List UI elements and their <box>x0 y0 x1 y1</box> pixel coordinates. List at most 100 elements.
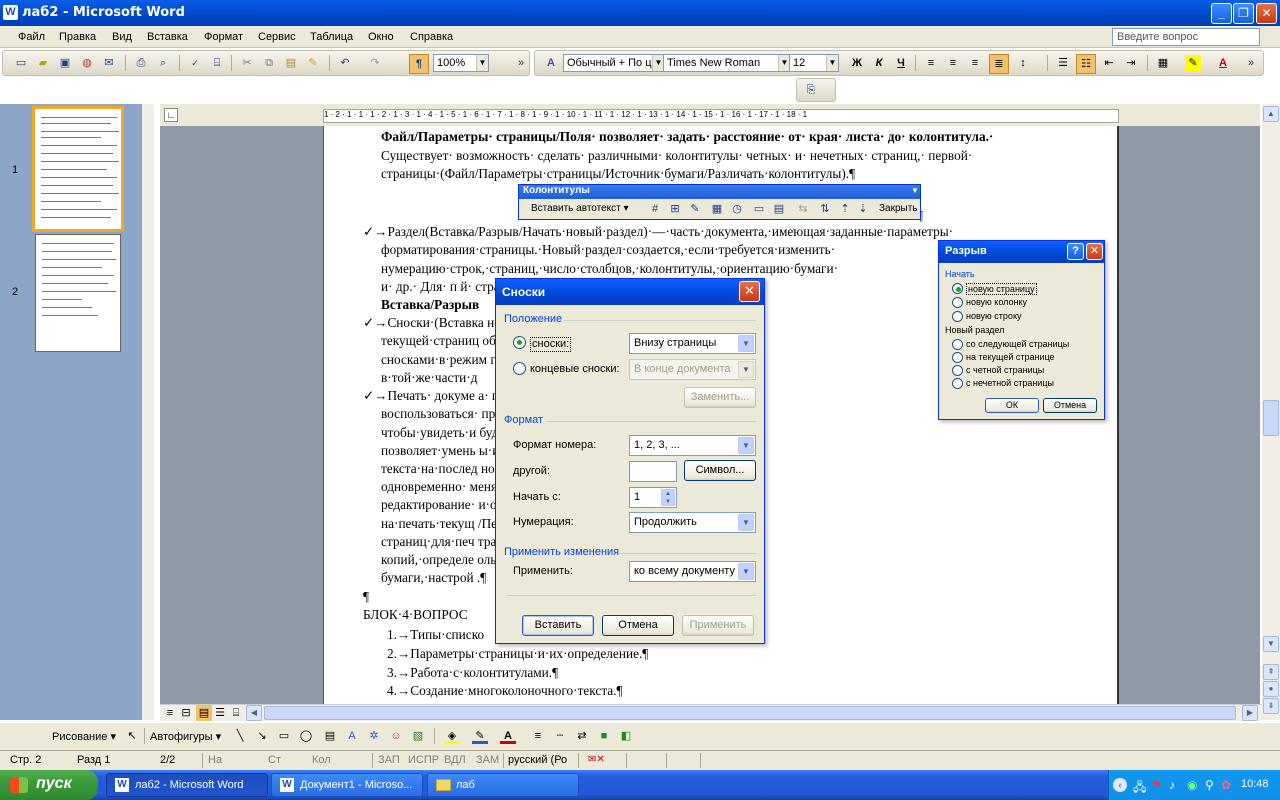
scroll-down-icon[interactable]: ▼ <box>1263 636 1279 652</box>
break-page-label[interactable]: новую страницу <box>966 283 1037 295</box>
menu-edit[interactable]: Правка <box>59 31 96 43</box>
thumbnail-page-1[interactable] <box>32 106 124 232</box>
format-page-number-icon[interactable]: ✎ <box>687 201 703 217</box>
same-as-previous-icon[interactable]: ⇆ <box>795 201 811 217</box>
dash-style-icon[interactable]: ┄ <box>552 728 568 744</box>
undo-icon[interactable]: ↶ <box>337 55 353 71</box>
insert-button[interactable]: Вставить <box>522 615 594 636</box>
draw-menu-button[interactable]: Рисование ▾ <box>52 730 116 743</box>
font-color-icon[interactable]: A <box>1215 55 1231 71</box>
underline-button[interactable]: Ч <box>893 55 909 71</box>
tray-expand-icon[interactable]: ‹ <box>1113 778 1127 792</box>
start-at-field[interactable]: 1 ▲ ▼ <box>629 487 677 508</box>
menu-file[interactable]: Файл <box>18 31 45 43</box>
scroll-right-icon[interactable]: ▶ <box>1242 705 1258 721</box>
time-icon[interactable]: ◷ <box>729 201 745 217</box>
break-cancel-button[interactable]: Отмена <box>1043 398 1097 413</box>
vertical-scrollbar[interactable]: ▲ ▼ ⇞ ● ⇟ <box>1262 104 1280 720</box>
menu-format[interactable]: Формат <box>204 31 243 43</box>
menu-tools[interactable]: Сервис <box>258 31 296 43</box>
paste-icon[interactable]: ▤ <box>283 55 299 71</box>
show-document-icon[interactable]: ▤ <box>771 201 787 217</box>
3d-style-icon[interactable]: ◧ <box>618 728 634 744</box>
section-next-radio[interactable] <box>952 339 963 350</box>
status-track[interactable]: ИСПР <box>408 754 439 766</box>
increase-indent-icon[interactable]: ⇥ <box>1123 55 1139 71</box>
status-extend[interactable]: ВДЛ <box>444 754 466 766</box>
scroll-thumb[interactable] <box>1263 400 1279 436</box>
save-icon[interactable]: ▣ <box>57 55 73 71</box>
status-rec[interactable]: ЗАП <box>378 754 400 766</box>
wordart-icon[interactable]: A <box>344 728 360 744</box>
tray-security-icon[interactable]: ⚑ <box>1151 778 1162 792</box>
close-headers-button[interactable]: Закрыть <box>879 203 918 214</box>
permission-icon[interactable]: ◍ <box>79 55 95 71</box>
section-current-label[interactable]: на текущей странице <box>966 352 1055 362</box>
thumbnail-page-2[interactable] <box>35 234 121 352</box>
font-size-select[interactable]: 12 ▼ <box>789 54 839 72</box>
line-style-icon[interactable]: ≡ <box>530 728 546 744</box>
arrow-style-icon[interactable]: ⇄ <box>574 728 590 744</box>
scroll-up-icon[interactable]: ▲ <box>1263 106 1279 122</box>
rectangle-icon[interactable]: ▭ <box>276 728 292 744</box>
section-current-radio[interactable] <box>952 352 963 363</box>
replace-button[interactable]: Заменить... <box>684 387 756 408</box>
section-even-label[interactable]: с четной страницы <box>966 365 1044 375</box>
symbol-button[interactable]: Символ... <box>684 460 756 481</box>
show-formatting-icon[interactable]: ¶ <box>409 54 429 74</box>
maximize-button[interactable]: ❐ <box>1233 3 1254 24</box>
break-column-radio[interactable] <box>952 297 963 308</box>
fill-color-icon[interactable]: ◈ <box>444 728 460 744</box>
start-at-spinner[interactable]: ▲ ▼ <box>661 489 675 506</box>
help-search-input[interactable]: Введите вопрос <box>1112 28 1260 46</box>
font-select[interactable]: Times New Roman ▼ <box>663 54 791 72</box>
align-right-icon[interactable]: ≡ <box>967 55 983 71</box>
show-previous-icon[interactable]: ⇡ <box>837 201 853 217</box>
menu-table[interactable]: Таблица <box>310 31 353 43</box>
toolbar-options-icon[interactable]: » <box>517 55 525 71</box>
web-view-icon[interactable]: ⊟ <box>178 705 194 721</box>
highlight-icon[interactable]: ✎ <box>1185 55 1201 71</box>
break-close-icon[interactable]: ✕ <box>1086 243 1103 260</box>
copy-icon[interactable]: ⧉ <box>261 55 277 71</box>
close-button[interactable]: ✕ <box>1256 3 1277 24</box>
footnotes-position-select[interactable]: Внизу страницы ▼ <box>629 333 756 354</box>
break-line-radio[interactable] <box>952 311 963 322</box>
apply-to-select[interactable]: ко всему документу ▼ <box>629 561 756 582</box>
hscroll-thumb[interactable] <box>264 706 1236 720</box>
horizontal-scrollbar[interactable]: ≡ ⊟ ▤ ☰ ⌸ ◀ ▶ <box>160 704 1262 721</box>
section-odd-label[interactable]: с нечетной страницы <box>966 378 1054 388</box>
endnotes-position-select[interactable]: В конце документа ▼ <box>629 359 756 380</box>
status-language[interactable]: русский (Ро <box>508 754 567 766</box>
browse-object-icon[interactable]: ● <box>1263 681 1279 697</box>
break-help-icon[interactable]: ? <box>1067 243 1084 260</box>
headers-toolbar-menu-icon[interactable]: ▼ <box>911 186 919 195</box>
footnotes-close-icon[interactable]: ✕ <box>739 281 760 302</box>
print-layout-icon[interactable]: ▤ <box>196 705 212 721</box>
tab-selector-icon[interactable]: ∟ <box>164 108 178 122</box>
status-overtype[interactable]: ЗАМ <box>476 754 499 766</box>
tray-network-icon[interactable]: 🖧 <box>1133 778 1146 799</box>
line-icon[interactable]: ╲ <box>232 728 248 744</box>
research-icon[interactable]: ⌸ <box>209 55 225 71</box>
justify-icon[interactable]: ≣ <box>989 54 1009 74</box>
style-select[interactable]: Обычный + По ц ▼ <box>563 54 665 72</box>
line-color-icon[interactable]: ✎ <box>472 728 488 744</box>
bullets-icon[interactable]: ☷ <box>1076 54 1096 74</box>
cancel-button[interactable]: Отмена <box>602 615 674 636</box>
new-document-icon[interactable]: ▭ <box>13 55 29 71</box>
break-column-label[interactable]: новую колонку <box>966 297 1027 307</box>
endnotes-radio-label[interactable]: концевые сноски: <box>530 363 620 375</box>
align-center-icon[interactable]: ≡ <box>945 55 961 71</box>
normal-view-icon[interactable]: ≡ <box>162 705 178 721</box>
print-icon[interactable]: ⎙ <box>133 55 149 71</box>
numbering-select[interactable]: Продолжить ▼ <box>629 512 756 533</box>
title-bar[interactable]: W лаб2 - Microsoft Word _ ❐ ✕ <box>0 0 1280 26</box>
textbox-icon[interactable]: ▤ <box>322 728 338 744</box>
break-page-radio[interactable] <box>952 283 963 294</box>
email-icon[interactable]: ✉ <box>101 55 117 71</box>
tray-volume-icon[interactable]: ♪ <box>1169 778 1175 792</box>
clipart-icon[interactable]: ☺ <box>388 728 404 744</box>
shadow-style-icon[interactable]: ■ <box>596 728 612 744</box>
section-odd-radio[interactable] <box>952 378 963 389</box>
